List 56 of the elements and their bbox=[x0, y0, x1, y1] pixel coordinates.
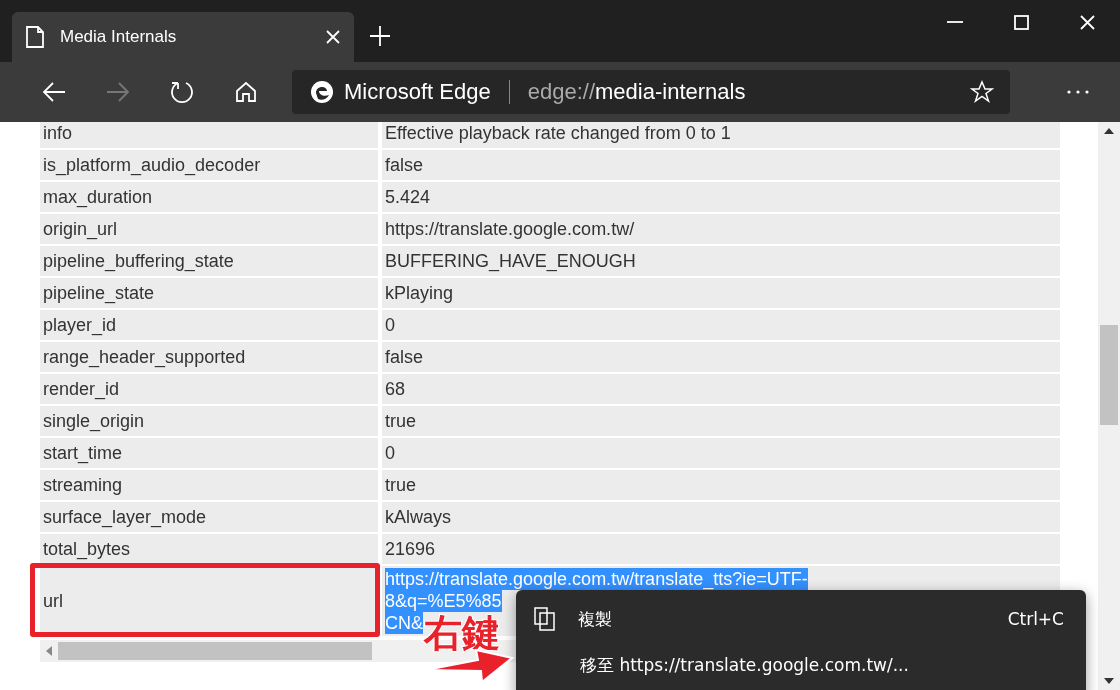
plus-icon bbox=[370, 26, 390, 46]
value-cell: Effective playback rate changed from 0 to 1 bbox=[382, 122, 1060, 148]
key-cell: single_origin bbox=[40, 406, 378, 436]
key-cell: player_id bbox=[40, 310, 378, 340]
copy-icon bbox=[534, 607, 556, 631]
value-cell: 0 bbox=[382, 438, 1060, 468]
tab-title: Media Internals bbox=[60, 27, 178, 47]
more-icon bbox=[1066, 90, 1090, 94]
key-cell: streaming bbox=[40, 470, 378, 500]
maximize-icon bbox=[1013, 14, 1029, 30]
menu-item[interactable]: 移至 https://translate.google.com.tw/... bbox=[516, 642, 1086, 688]
url-text: edge://media-internals bbox=[527, 79, 747, 105]
value-cell: https://translate.google.com.tw/ bbox=[382, 214, 1060, 244]
site-name: Microsoft Edge bbox=[344, 79, 491, 105]
home-icon bbox=[235, 81, 257, 103]
key-cell: surface_layer_mode bbox=[40, 502, 378, 532]
key-cell: render_id bbox=[40, 374, 378, 404]
close-icon[interactable] bbox=[326, 30, 340, 44]
vertical-scrollbar[interactable] bbox=[1098, 122, 1120, 690]
value-cell: 5.424 bbox=[382, 182, 1060, 212]
address-bar[interactable]: Microsoft Edge edge://media-internals bbox=[292, 70, 1010, 114]
menu-item[interactable]: 複製 Ctrl+C bbox=[516, 596, 1086, 642]
value-cell: 68 bbox=[382, 374, 1060, 404]
forward-arrow-icon bbox=[106, 82, 130, 102]
value-cell: kAlways bbox=[382, 502, 1060, 532]
page-icon bbox=[26, 26, 44, 48]
key-cell: pipeline_state bbox=[40, 278, 378, 308]
browser-logo-icon bbox=[310, 80, 334, 104]
value-cell: false bbox=[382, 150, 1060, 180]
browser-tab[interactable]: Media Internals bbox=[12, 12, 354, 62]
scroll-down-icon[interactable] bbox=[1104, 678, 1114, 684]
key-cell: range_header_supported bbox=[40, 342, 378, 372]
value-cell: kPlaying bbox=[382, 278, 1060, 308]
value-cell: 0 bbox=[382, 310, 1060, 340]
key-cell: info bbox=[40, 122, 378, 148]
scroll-up-icon[interactable] bbox=[1104, 128, 1114, 134]
key-cell: total_bytes bbox=[40, 534, 378, 564]
value-cell: false bbox=[382, 342, 1060, 372]
scroll-left-icon[interactable] bbox=[46, 646, 52, 656]
refresh-icon bbox=[170, 80, 194, 104]
key-cell: is_platform_audio_decoder bbox=[40, 150, 378, 180]
value-cell: true bbox=[382, 470, 1060, 500]
value-cell: true bbox=[382, 406, 1060, 436]
star-icon[interactable] bbox=[970, 80, 994, 104]
key-cell: max_duration bbox=[40, 182, 378, 212]
close-icon bbox=[1079, 14, 1095, 30]
key-cell: origin_url bbox=[40, 214, 378, 244]
key-cell: pipeline_buffering_state bbox=[40, 246, 378, 276]
value-cell: BUFFERING_HAVE_ENOUGH bbox=[382, 246, 1060, 276]
scroll-thumb[interactable] bbox=[58, 642, 372, 660]
annotation-label: 右鍵 bbox=[424, 614, 500, 652]
scroll-thumb[interactable] bbox=[1100, 325, 1118, 425]
key-cell: start_time bbox=[40, 438, 378, 468]
value-cell: 21696 bbox=[382, 534, 1060, 564]
back-arrow-icon bbox=[42, 82, 66, 102]
minimize-icon bbox=[947, 21, 963, 23]
